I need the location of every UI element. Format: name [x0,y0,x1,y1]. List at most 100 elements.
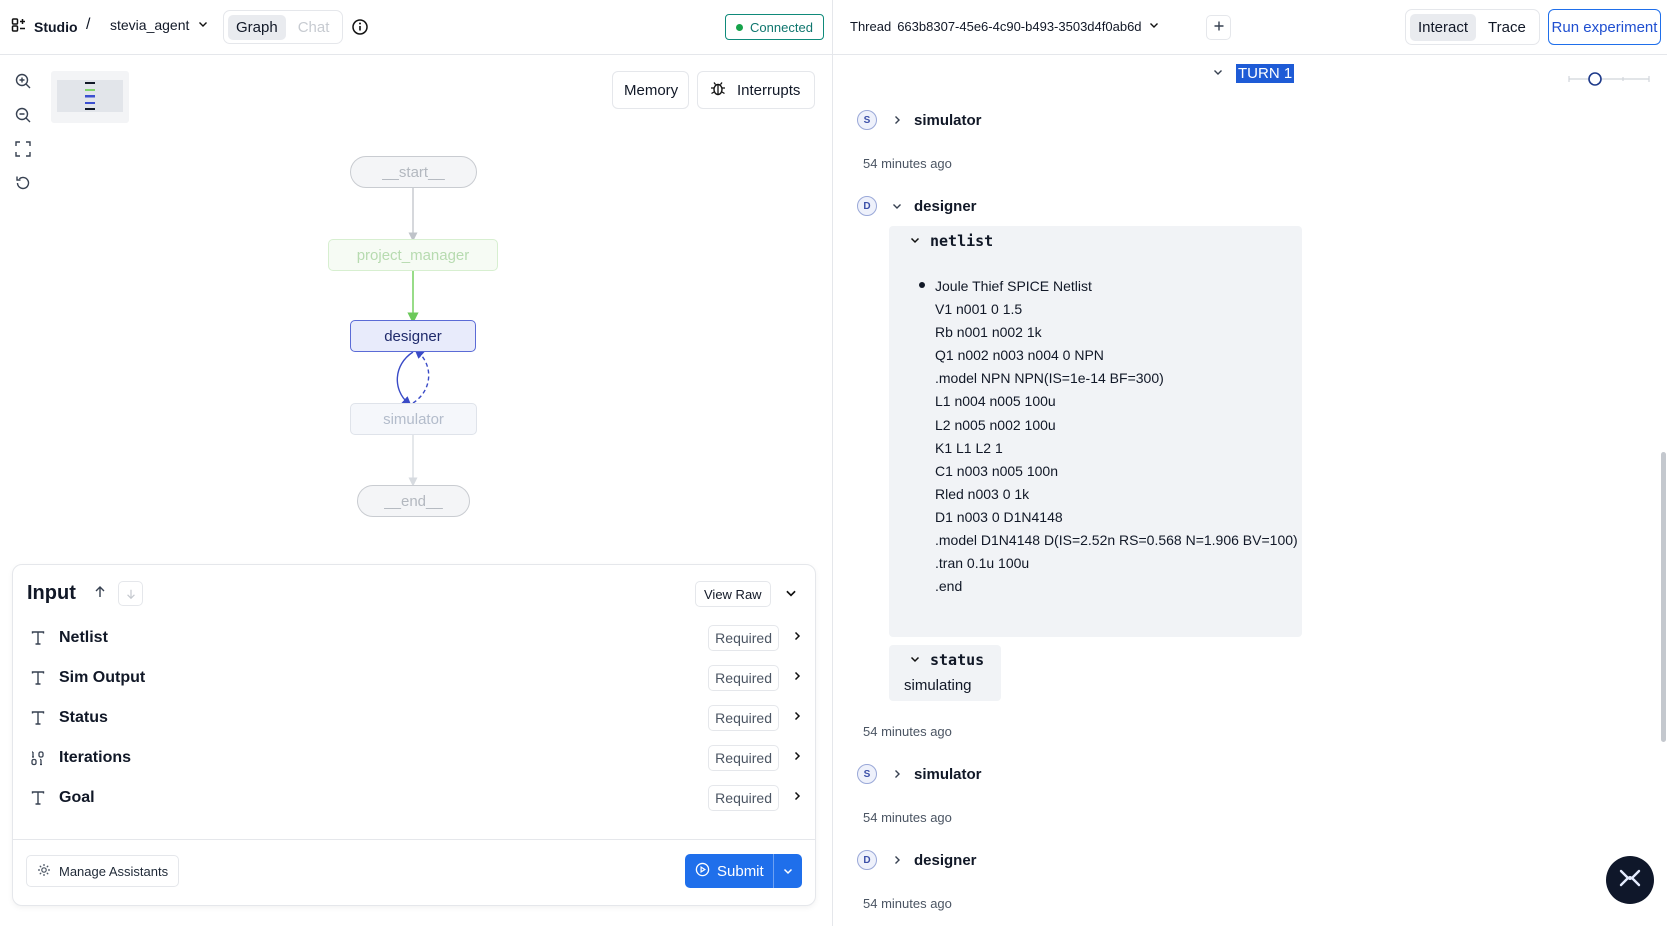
event-name: designer [914,197,977,215]
thread-pane: Thread 663b8307-45e6-4c90-b493-3503d4f0a… [833,0,1667,926]
input-field-sim-output[interactable]: Sim Output Required [27,663,803,693]
graph-pane: Studio / stevia_agent Graph Chat Connect… [0,0,832,926]
chevron-down-icon [197,17,209,33]
tab-graph[interactable]: Graph [228,14,286,40]
connection-status-badge: Connected [725,14,824,40]
chevron-down-icon [909,652,921,669]
graph-topbar: Studio / stevia_agent Graph Chat Connect… [0,0,832,55]
event-simulator[interactable]: S simulator [857,764,982,784]
event-timestamp: 54 minutes ago [863,724,952,739]
event-designer[interactable]: D designer [857,196,977,216]
event-name: simulator [914,765,982,783]
turn-header[interactable]: TURN 1 [1212,64,1295,83]
graph-minimap[interactable] [51,71,129,123]
run-experiment-button[interactable]: Run experiment [1548,9,1661,45]
arrow-up-icon[interactable] [93,585,107,604]
chevron-right-icon[interactable] [791,669,803,687]
graph-node-start[interactable]: __start__ [350,156,477,188]
chevron-right-icon[interactable] [791,629,803,647]
netlist-key: netlist [930,232,994,250]
interrupts-button[interactable]: Interrupts [697,71,815,109]
netlist-line: .end [935,578,963,595]
required-badge: Required [708,625,779,651]
graph-node-project-manager[interactable]: project_manager [328,239,498,271]
number-type-icon [27,747,49,769]
avatar: S [857,764,877,784]
text-type-icon [27,627,49,649]
event-designer[interactable]: D designer [857,850,977,870]
scrollbar[interactable] [1661,452,1666,742]
netlist-line: .tran 0.1u 100u [935,555,1030,572]
input-field-iterations[interactable]: Iterations Required [27,743,803,773]
event-timestamp: 54 minutes ago [863,156,952,171]
thread-label: Thread [850,19,892,34]
graph-node-end[interactable]: __end__ [357,485,470,517]
netlist-text: Joule Thief SPICE Netlist V1 n001 0 1.5 … [935,275,1298,598]
info-icon[interactable] [351,18,369,41]
chevron-down-icon [1212,65,1224,83]
netlist-output: netlist Joule Thief SPICE Netlist V1 n00… [889,226,1302,637]
input-panel: Input View Raw Netlist Required Sim Outp… [12,564,816,906]
submit-options-chevron-icon[interactable] [774,865,802,877]
tab-chat[interactable]: Chat [290,15,338,40]
text-type-icon [27,787,49,809]
thread-selector[interactable]: Thread 663b8307-45e6-4c90-b493-3503d4f0a… [850,19,1160,34]
chevron-right-icon[interactable] [791,709,803,727]
status-dot [736,23,744,31]
netlist-key-toggle[interactable]: netlist [909,232,993,250]
tab-trace[interactable]: Trace [1482,14,1532,41]
studio-logo-icon [11,17,27,36]
netlist-line: L1 n004 n005 100u [935,393,1056,410]
minimap-viewport [57,80,123,112]
chevron-right-icon [891,854,903,866]
chevron-right-icon[interactable] [791,789,803,807]
netlist-line: Q1 n002 n003 n004 0 NPN [935,347,1104,364]
list-bullet [919,282,925,288]
required-badge: Required [708,785,779,811]
zoom-out-icon[interactable] [14,106,34,126]
turn-slider[interactable] [1568,70,1650,90]
zoom-in-icon[interactable] [14,72,34,92]
input-field-goal[interactable]: Goal Required [27,783,803,813]
studio-home-link[interactable]: Studio [11,17,78,36]
assistant-selector[interactable]: stevia_agent [110,17,209,33]
new-thread-button[interactable] [1206,15,1231,40]
field-label: Status [59,709,108,726]
mode-toggle: Interact Trace [1405,9,1540,45]
submit-button[interactable]: Submit [685,854,802,888]
netlist-line: .model D1N4148 D(IS=2.52n RS=0.568 N=1.9… [935,532,1298,549]
netlist-line: Rb n001 n002 1k [935,324,1042,341]
status-key-toggle[interactable]: status [909,651,984,669]
turn-label: TURN 1 [1236,64,1295,83]
graph-node-designer[interactable]: designer [350,320,476,352]
avatar: D [857,196,877,216]
netlist-line: L2 n005 n002 100u [935,416,1056,433]
view-raw-button[interactable]: View Raw [695,581,771,607]
required-badge: Required [708,745,779,771]
input-field-status[interactable]: Status Required [27,703,803,733]
netlist-line: K1 L1 L2 1 [935,439,1003,456]
text-type-icon [27,667,49,689]
chevron-down-icon[interactable] [784,586,798,605]
input-field-netlist[interactable]: Netlist Required [27,623,803,653]
input-title: Input [27,582,76,604]
graph-node-simulator[interactable]: simulator [350,403,477,435]
chevron-right-icon[interactable] [791,749,803,767]
breadcrumb-separator: / [86,16,91,33]
chevron-right-icon [891,114,903,126]
netlist-line: C1 n003 n005 100n [935,462,1058,479]
arrow-down-icon[interactable] [118,581,143,606]
tab-interact[interactable]: Interact [1410,13,1477,41]
event-simulator[interactable]: S simulator [857,110,982,130]
avatar: S [857,110,877,130]
studio-label: Studio [34,18,78,35]
submit-main[interactable]: Submit [685,862,773,881]
event-timestamp: 54 minutes ago [863,810,952,825]
status-value: simulating [904,677,972,694]
assistant-fab-button[interactable] [1606,856,1654,904]
netlist-line: Joule Thief SPICE Netlist [935,278,1092,294]
manage-assistants-button[interactable]: Manage Assistants [26,855,180,887]
edge-simulator-designer [412,348,430,404]
thread-topbar: Thread 663b8307-45e6-4c90-b493-3503d4f0a… [833,0,1667,55]
memory-button[interactable]: Memory [612,71,689,109]
